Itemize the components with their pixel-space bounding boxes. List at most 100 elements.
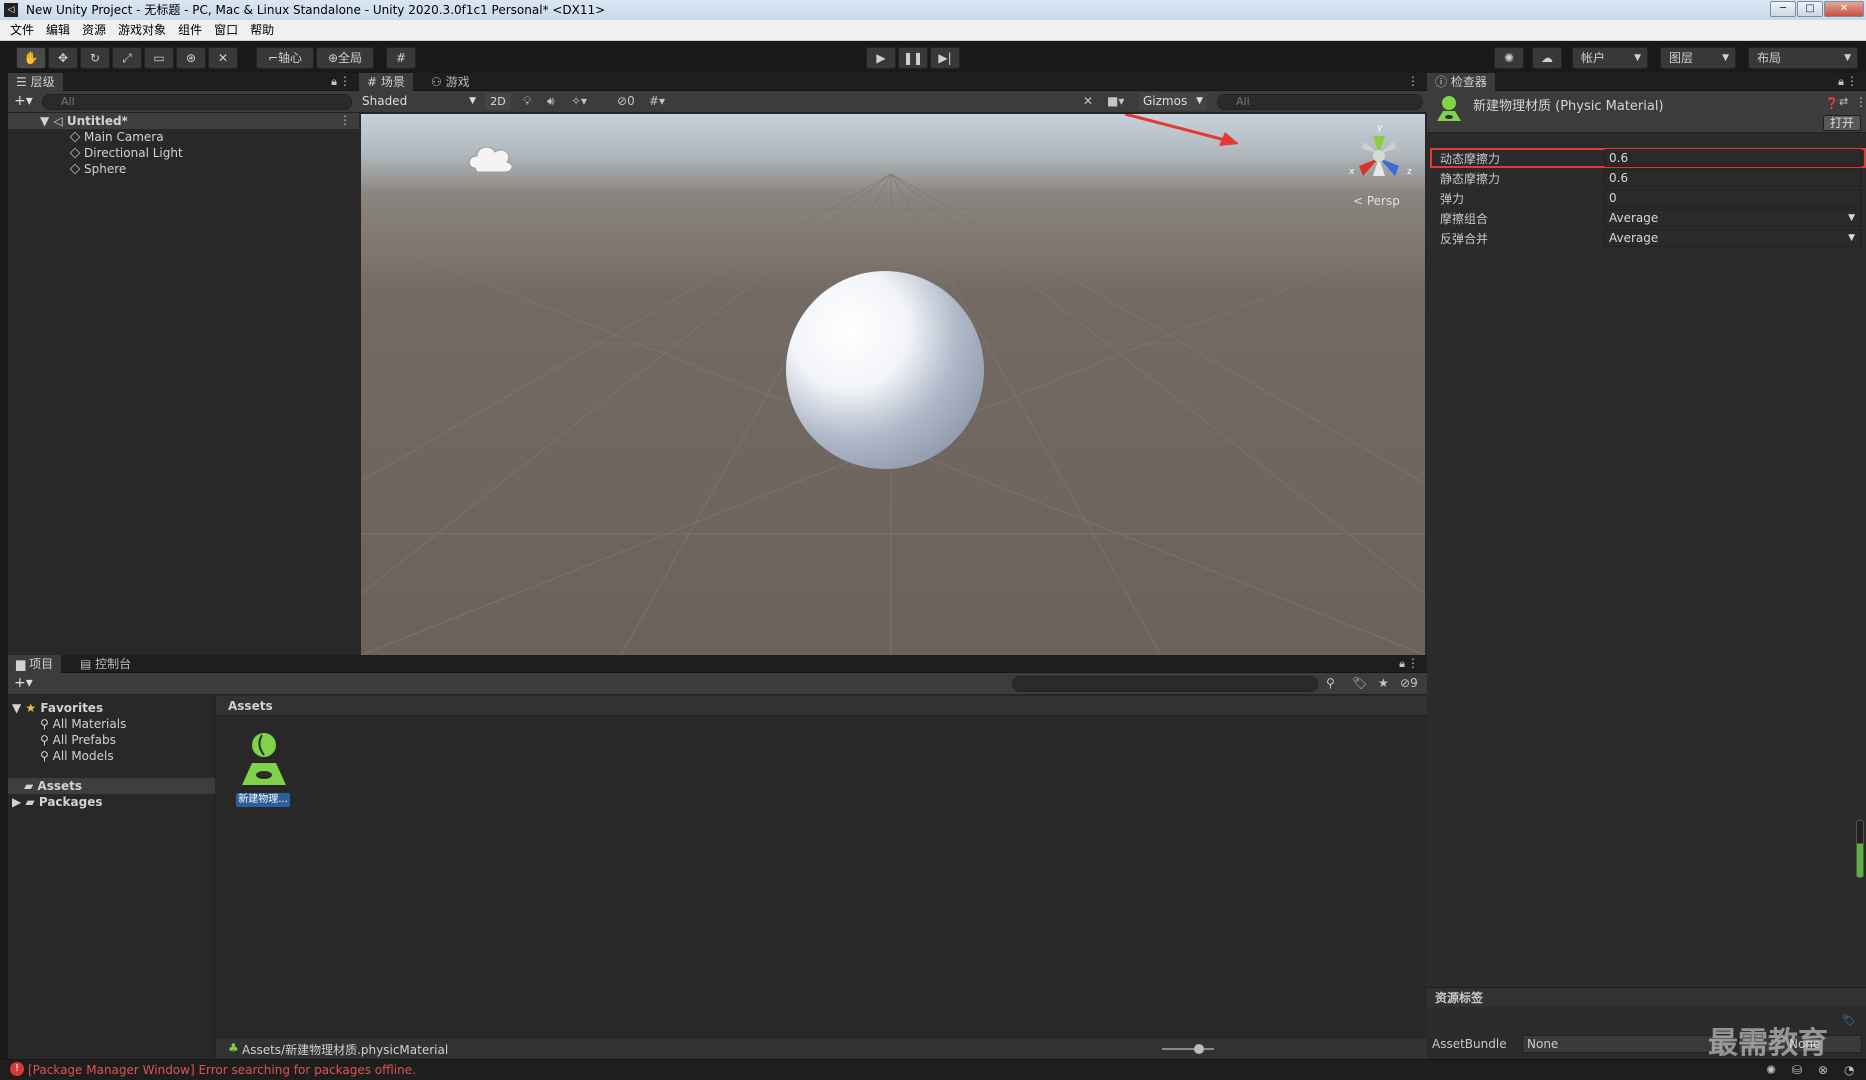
project-search-input[interactable] [1012,676,1318,692]
debug-icon[interactable]: ⊗ [1818,1063,1828,1077]
shading-mode-dropdown[interactable]: Shaded ▼ [362,93,480,110]
rect-tool-icon[interactable]: ▭ [144,47,174,69]
grid-icon[interactable]: #▾ [649,94,665,108]
audio-icon[interactable]: 🔊︎ [547,94,555,109]
assets-folder[interactable]: ▰ Assets [24,778,82,794]
minimize-button[interactable]: ─ [1770,1,1796,17]
menu-help[interactable]: 帮助 [244,20,280,41]
hand-tool-icon[interactable]: ✋ [16,47,46,69]
asset-labels-header[interactable]: 资源标签 [1427,987,1866,1007]
menu-edit[interactable]: 编辑 [40,20,76,41]
tab-hierarchy[interactable]: ☰ 层级 [8,73,63,91]
menu-window[interactable]: 窗口 [208,20,244,41]
watermark-text: 最需教育 [1708,1026,1828,1061]
hidden-packages-icon[interactable]: ⊘9 [1400,676,1418,690]
camera-icon[interactable]: ■▾ [1107,94,1124,108]
header-more-icon[interactable]: ⋮ [1855,95,1866,109]
asset-item[interactable]: 新建物理... [232,731,294,811]
layout-dropdown[interactable]: 布局 ▼ [1748,47,1858,69]
icon-size-slider[interactable] [1162,1048,1214,1050]
favorites-item[interactable]: ▼ ★ Favorites [12,700,103,716]
fav-all-prefabs[interactable]: ⚲ All Prefabs [40,732,116,748]
scale-tool-icon[interactable]: ⤢ [112,47,142,69]
step-button[interactable]: ▶| [930,47,960,69]
help-icon[interactable]: ❓ [1825,97,1839,110]
preset-icon[interactable]: ⇄ [1839,95,1848,108]
add-icon[interactable]: +▾ [14,93,33,109]
gizmos-dropdown[interactable]: Gizmos ▼ [1139,93,1207,110]
icon-size-slider-thumb[interactable] [1194,1044,1204,1054]
fav-all-materials[interactable]: ⚲ All Materials [40,716,126,732]
menu-assets[interactable]: 资源 [76,20,112,41]
pause-button[interactable]: ❚❚ [898,47,928,69]
menu-file[interactable]: 文件 [4,20,40,41]
sphere-object[interactable] [785,270,985,470]
more-icon[interactable]: ⋮ [1407,656,1419,670]
tab-console[interactable]: ▤ 控制台 [72,655,139,673]
cloud-icon[interactable]: ☁ [1532,47,1562,69]
play-button[interactable]: ▶ [866,47,896,69]
static-friction-field[interactable]: 0.6 [1604,169,1862,187]
tab-inspector[interactable]: ⓘ 检查器 [1427,73,1495,91]
account-dropdown[interactable]: 帐户 ▼ [1572,47,1648,69]
progress-icon[interactable]: ✺ [1766,1063,1776,1077]
lock-icon[interactable]: 🔒︎ [331,75,337,89]
hierarchy-item-sphere[interactable]: Sphere [69,161,126,177]
scene-more-icon[interactable]: ⋮ [1407,74,1419,88]
bounce-combine-dropdown[interactable]: Average ▼ [1604,229,1862,247]
custom-tool-icon[interactable]: ✕ [208,47,238,69]
friction-combine-dropdown[interactable]: Average ▼ [1604,209,1862,227]
open-button[interactable]: 打开 [1823,115,1861,131]
bounciness-field[interactable]: 0 [1604,189,1862,207]
projection-label[interactable]: < Persp [1353,194,1400,208]
scene-item[interactable]: ▼ ◁ Untitled* [40,113,128,129]
layers-dropdown[interactable]: 图层 ▼ [1660,47,1736,69]
pivot-toggle[interactable]: ⌐轴心 [256,47,314,69]
tab-game[interactable]: ⚇ 游戏 [423,73,478,91]
more-icon[interactable]: ⋮ [1846,74,1858,88]
packages-folder[interactable]: ▶ ▰ Packages [12,794,102,810]
close-button[interactable]: ✕ [1824,1,1864,17]
scene-more-icon[interactable]: ⋮ [339,113,351,127]
tag-icon[interactable]: 🏷︎ [1842,1014,1856,1027]
add-icon[interactable]: +▾ [14,675,33,691]
effects-icon[interactable]: ✧▾ [571,94,587,108]
chevron-down-icon: ▼ [1722,53,1729,63]
more-icon[interactable]: ⋮ [339,74,351,88]
asset-bundle-dropdown[interactable]: None [1522,1035,1732,1053]
hidden-objects-icon[interactable]: ⊘0 [617,94,635,108]
favorite-star-icon[interactable]: ★ [1378,676,1389,690]
move-tool-icon[interactable]: ✥ [48,47,78,69]
lock-icon[interactable]: 🔒︎ [1838,75,1844,89]
cache-server-icon[interactable]: ⛁ [1792,1063,1802,1077]
hierarchy-item-main-camera[interactable]: Main Camera [69,129,164,145]
lock-icon[interactable]: 🔒︎ [1399,657,1405,671]
menu-gameobject[interactable]: 游戏对象 [112,20,172,41]
status-error-message[interactable]: [Package Manager Window] Error searching… [28,1063,416,1077]
tab-scene[interactable]: # 场景 [359,73,413,91]
search-by-label-icon[interactable]: 🏷︎ [1352,676,1367,690]
search-by-type-icon[interactable]: ⚲ [1326,676,1335,690]
scene-viewport[interactable]: y x z < Persp [361,114,1425,655]
left-edge [0,73,8,1080]
fav-all-models[interactable]: ⚲ All Models [40,748,114,764]
dynamic-friction-field[interactable]: 0.6 [1604,149,1862,167]
auto-generate-lighting-icon[interactable]: ◔ [1844,1063,1854,1077]
collab-icon[interactable]: ✺ [1494,47,1524,69]
transform-tool-icon[interactable]: ⊛ [176,47,206,69]
hierarchy-item-directional-light[interactable]: Directional Light [69,145,183,161]
rotate-tool-icon[interactable]: ↻ [80,47,110,69]
menu-component[interactable]: 组件 [172,20,208,41]
global-toggle[interactable]: ⊕全局 [316,47,374,69]
tab-project[interactable]: ▆ 项目 [8,655,62,673]
scene-search-input[interactable]: All [1217,94,1423,110]
tools-icon[interactable]: ✕ [1083,94,1093,108]
asset-breadcrumb[interactable]: Assets [216,696,1427,716]
grid-snap-icon[interactable]: # [386,47,416,69]
lighting-icon[interactable]: 💡︎ [523,94,531,109]
orientation-gizmo[interactable]: y x z [1337,118,1421,192]
item-label: Main Camera [84,130,164,144]
2d-toggle[interactable]: 2D [485,93,511,110]
maximize-button[interactable]: □ [1797,1,1823,17]
hierarchy-search-input[interactable]: All [42,94,352,110]
